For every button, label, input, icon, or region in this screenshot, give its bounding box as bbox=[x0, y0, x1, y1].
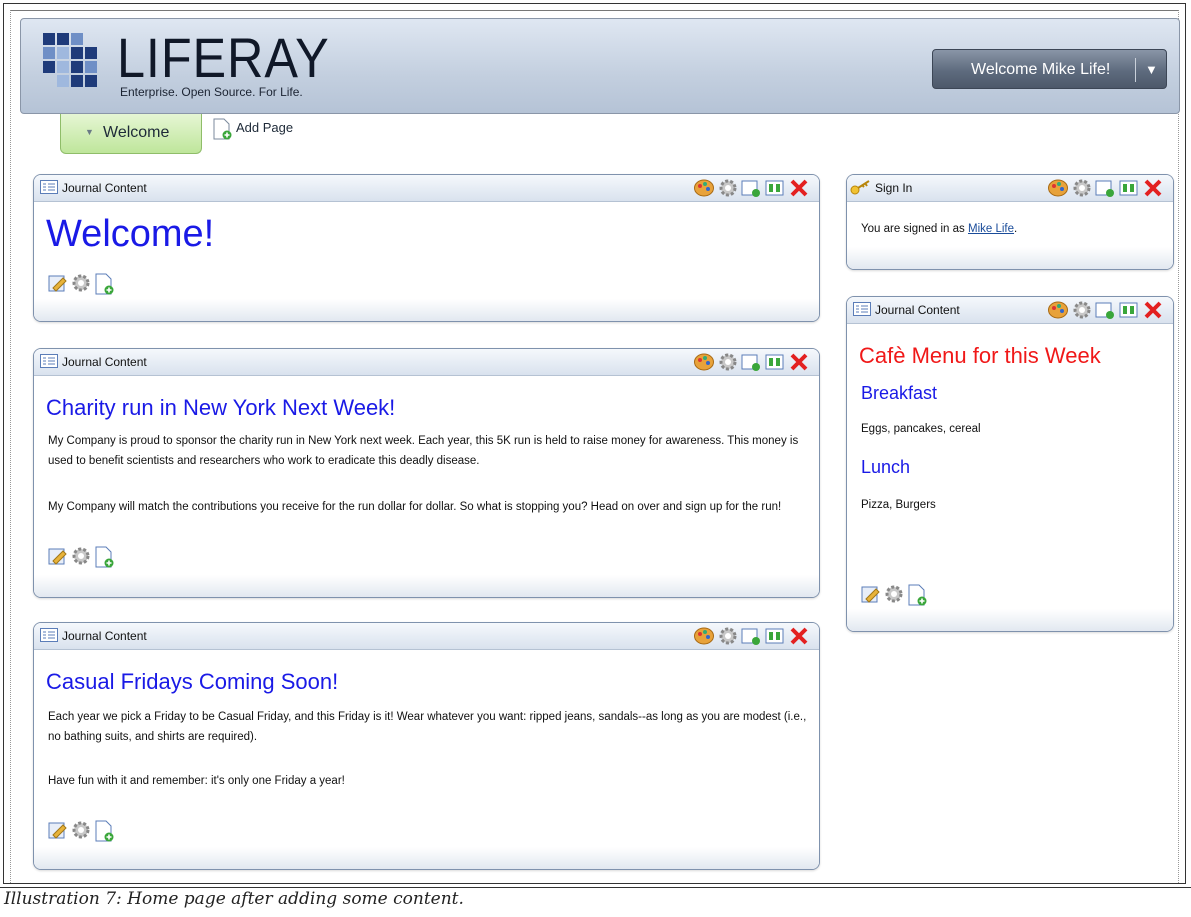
portlet-toolbar bbox=[693, 352, 811, 372]
maximize-icon[interactable] bbox=[765, 178, 785, 203]
minimize-icon[interactable] bbox=[741, 626, 761, 651]
article-paragraph: My Company will match the contributions … bbox=[48, 501, 782, 513]
article-paragraph: Have fun with it and remember: it's only… bbox=[48, 775, 345, 787]
portlet-journal-casual: Journal Content Casual Fridays Coming So… bbox=[33, 622, 820, 870]
tab-welcome[interactable]: ▼ Welcome bbox=[60, 114, 202, 154]
add-article-icon[interactable] bbox=[94, 273, 114, 300]
configuration-icon[interactable] bbox=[717, 626, 739, 651]
chevron-down-icon[interactable]: ▼ bbox=[85, 127, 94, 137]
portlet-title-bar: Journal Content bbox=[847, 297, 1173, 324]
minimize-icon[interactable] bbox=[741, 352, 761, 377]
configuration-icon[interactable] bbox=[1071, 178, 1093, 203]
add-page-label: Add Page bbox=[236, 120, 294, 135]
article-paragraph: Each year we pick a Friday to be Casual … bbox=[48, 711, 807, 743]
configuration-icon[interactable] bbox=[70, 820, 92, 845]
add-page-icon bbox=[213, 118, 232, 140]
portlet-footer bbox=[34, 299, 819, 321]
close-icon[interactable] bbox=[789, 178, 809, 203]
sign-in-status-prefix: You are signed in as bbox=[861, 223, 965, 235]
maximize-icon[interactable] bbox=[765, 626, 785, 651]
article-paragraph: My Company is proud to sponsor the chari… bbox=[48, 435, 799, 467]
add-page-button[interactable]: Add Page bbox=[212, 118, 293, 145]
edit-icon[interactable] bbox=[48, 820, 68, 845]
maximize-icon[interactable] bbox=[1119, 178, 1139, 203]
portlet-toolbar bbox=[693, 178, 811, 198]
portlet-toolbar bbox=[693, 626, 811, 646]
sign-in-status-suffix: . bbox=[1014, 223, 1018, 235]
portlet-title-bar: Journal Content bbox=[34, 175, 819, 202]
journal-content-icon bbox=[40, 180, 58, 194]
portlet-title-bar: Sign In bbox=[847, 175, 1173, 202]
liferay-logo-icon bbox=[43, 33, 103, 91]
key-icon bbox=[850, 180, 870, 195]
maximize-icon[interactable] bbox=[765, 352, 785, 377]
portlet-journal-cafe: Journal Content Cafè Menu for this Week … bbox=[846, 296, 1174, 632]
chevron-down-icon[interactable]: ▼ bbox=[1145, 62, 1158, 77]
portlet-footer bbox=[847, 609, 1173, 631]
portlet-toolbar bbox=[1047, 300, 1165, 320]
look-and-feel-icon[interactable] bbox=[693, 626, 715, 651]
look-and-feel-icon[interactable] bbox=[693, 352, 715, 377]
configuration-icon[interactable] bbox=[1071, 300, 1093, 325]
portlet-title-bar: Journal Content bbox=[34, 349, 819, 376]
portlet-footer bbox=[34, 847, 819, 869]
portlet-title: Journal Content bbox=[875, 303, 960, 317]
portlet-title: Journal Content bbox=[62, 629, 147, 643]
journal-content-icon bbox=[40, 354, 58, 368]
edit-icon[interactable] bbox=[48, 273, 68, 298]
menu-items: Pizza, Burgers bbox=[861, 499, 936, 511]
menu-items: Eggs, pancakes, cereal bbox=[861, 423, 981, 435]
close-icon[interactable] bbox=[1143, 300, 1163, 325]
article-heading: Cafè Menu for this Week bbox=[859, 343, 1101, 368]
minimize-icon[interactable] bbox=[741, 178, 761, 203]
look-and-feel-icon[interactable] bbox=[1047, 178, 1069, 203]
portlet-journal-charity: Journal Content Charity run in New York … bbox=[33, 348, 820, 598]
close-icon[interactable] bbox=[789, 352, 809, 377]
look-and-feel-icon[interactable] bbox=[1047, 300, 1069, 325]
menu-section-heading: Lunch bbox=[861, 457, 911, 477]
user-menu-button[interactable]: Welcome Mike Life! ▼ bbox=[932, 49, 1167, 89]
add-article-icon[interactable] bbox=[94, 546, 114, 573]
menu-section-heading: Breakfast bbox=[861, 383, 938, 403]
configuration-icon[interactable] bbox=[717, 352, 739, 377]
close-icon[interactable] bbox=[789, 626, 809, 651]
configuration-icon[interactable] bbox=[717, 178, 739, 203]
edit-icon[interactable] bbox=[861, 584, 881, 609]
portlet-title: Journal Content bbox=[62, 355, 147, 369]
user-menu-label: Welcome Mike Life! bbox=[971, 61, 1111, 78]
tab-welcome-label: Welcome bbox=[103, 124, 170, 141]
portlet-toolbar bbox=[1047, 178, 1165, 198]
article-heading: Charity run in New York Next Week! bbox=[46, 395, 396, 420]
journal-content-icon bbox=[853, 302, 871, 316]
article-heading: Welcome! bbox=[46, 213, 215, 255]
portlet-title-bar: Journal Content bbox=[34, 623, 819, 650]
portlet-journal-welcome: Journal Content Welcome! bbox=[33, 174, 820, 322]
article-heading: Casual Fridays Coming Soon! bbox=[46, 669, 339, 694]
minimize-icon[interactable] bbox=[1095, 178, 1115, 203]
add-article-icon[interactable] bbox=[94, 820, 114, 847]
portlet-footer bbox=[847, 247, 1173, 269]
caption-divider bbox=[0, 887, 1191, 888]
logo-tagline: Enterprise. Open Source. For Life. bbox=[120, 85, 303, 99]
journal-content-icon bbox=[40, 628, 58, 642]
portlet-footer bbox=[34, 575, 819, 597]
sign-in-status: You are signed in as Mike Life. bbox=[861, 219, 1161, 239]
configuration-icon[interactable] bbox=[883, 584, 905, 609]
configuration-icon[interactable] bbox=[70, 273, 92, 298]
look-and-feel-icon[interactable] bbox=[693, 178, 715, 203]
configuration-icon[interactable] bbox=[70, 546, 92, 571]
add-article-icon[interactable] bbox=[907, 584, 927, 611]
page-header: LIFERAY Enterprise. Open Source. For Lif… bbox=[20, 18, 1180, 114]
close-icon[interactable] bbox=[1143, 178, 1163, 203]
minimize-icon[interactable] bbox=[1095, 300, 1115, 325]
logo-wordmark: LIFERAY bbox=[117, 26, 330, 89]
edit-icon[interactable] bbox=[48, 546, 68, 571]
user-profile-link[interactable]: Mike Life bbox=[968, 223, 1014, 235]
figure-caption: Illustration 7: Home page after adding s… bbox=[4, 889, 464, 909]
maximize-icon[interactable] bbox=[1119, 300, 1139, 325]
portlet-sign-in: Sign In You are signed in as Mike Life. bbox=[846, 174, 1174, 270]
portlet-title: Journal Content bbox=[62, 181, 147, 195]
portlet-title: Sign In bbox=[875, 181, 913, 195]
user-menu-separator bbox=[1135, 58, 1136, 82]
